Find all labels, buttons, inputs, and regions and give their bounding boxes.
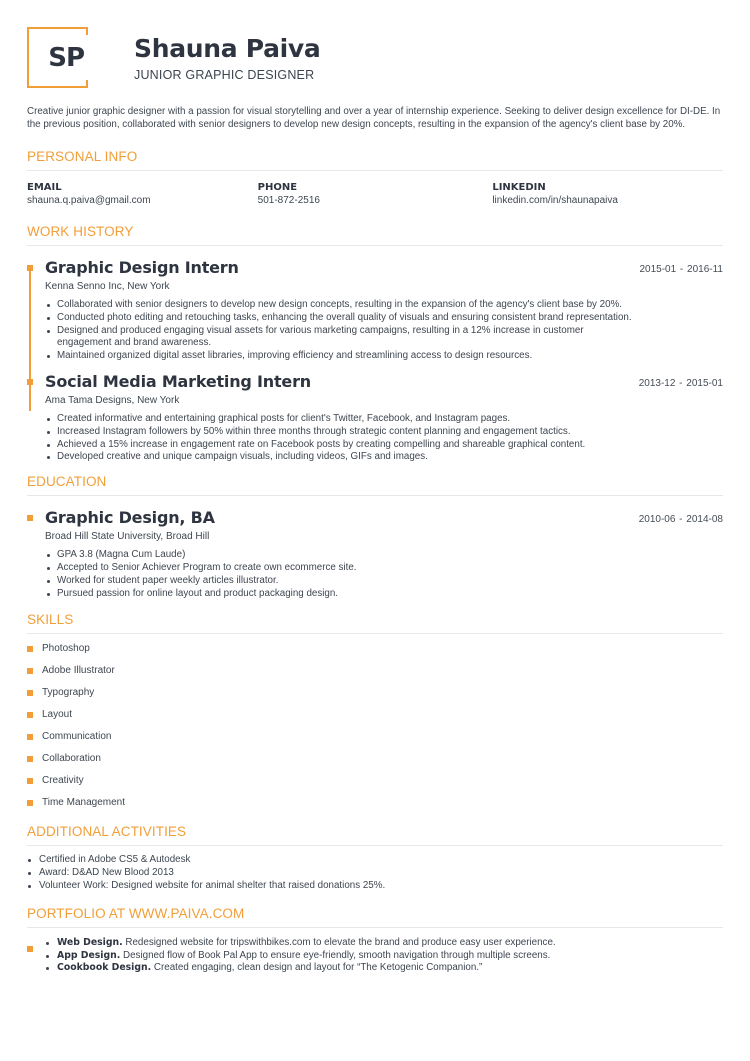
skill-item: Typography [27,686,723,708]
skill-label: Typography [42,687,95,699]
section-title-work-history: WORK HISTORY [27,224,723,246]
bullet-item: Conducted photo editing and retouching t… [45,312,635,325]
square-bullet-icon [27,690,33,697]
info-label: PHONE [257,182,298,193]
bullet-item: Worked for student paper weekly articles… [45,575,635,588]
portfolio-item-heading: App Design. [57,949,121,961]
candidate-name: Shauna Paiva [134,34,321,63]
portfolio-item-text: Redesigned website for tripswithbikes.co… [122,936,556,948]
activity-item: Certified in Adobe CS5 & Autodesk [27,854,723,867]
bullet-item: Accepted to Senior Achiever Program to c… [45,562,635,575]
square-bullet-icon [27,800,33,807]
entry-bullets: GPA 3.8 (Magna Cum Laude) Accepted to Se… [45,549,635,600]
timeline-marker-icon [27,515,33,522]
timeline-marker-icon [27,378,33,385]
monogram-initials: SP [48,42,85,73]
education-timeline: Graphic Design, BA 2010-06 - 2014-08 Bro… [27,507,723,600]
entry-org: Kenna Senno Inc, New York [45,281,170,292]
square-bullet-icon [27,756,33,763]
skill-item: Time Management [27,796,723,818]
skill-item: Creativity [27,774,723,796]
skill-label: Layout [42,709,73,721]
section-title-portfolio: PORTFOLIO AT WWW.PAIVA.COM [27,906,723,928]
skill-item: Photoshop [27,642,723,664]
bullet-item: Developed creative and unique campaign v… [45,451,635,464]
activities-list: Certified in Adobe CS5 & Autodesk Award:… [27,854,723,892]
skill-label: Collaboration [42,753,101,765]
entry-date: 2010-06 - 2014-08 [638,514,723,526]
section-title-skills: SKILLS [27,612,723,635]
portfolio-item: Web Design. Redesigned website for trips… [45,937,723,950]
personal-info-row: EMAIL shauna.q.paiva@gmail.com PHONE 501… [27,182,723,206]
section-title-additional-activities: ADDITIONAL ACTIVITIES [27,824,723,847]
skill-label: Photoshop [42,643,90,655]
education-entry: Graphic Design, BA 2010-06 - 2014-08 Bro… [27,507,723,600]
entry-org: Broad Hill State University, Broad Hill [45,531,210,543]
entry-title: Social Media Marketing Intern [45,371,311,391]
bullet-item: GPA 3.8 (Magna Cum Laude) [45,549,635,562]
square-bullet-icon [27,712,33,719]
skill-item: Collaboration [27,752,723,774]
activity-item: Volunteer Work: Designed website for ani… [27,880,723,893]
email-value[interactable]: shauna.q.paiva@gmail.com [27,195,258,206]
portfolio-item-text: Designed flow of Book Pal App to ensure … [120,949,551,961]
portfolio-block: Web Design. Redesigned website for trips… [27,937,723,975]
bullet-item: Achieved a 15% increase in engagement ra… [45,439,635,452]
portfolio-list: Web Design. Redesigned website for trips… [45,937,723,975]
info-label: EMAIL [27,182,62,193]
work-entry: Social Media Marketing Intern 2013-12 - … [27,371,723,464]
square-bullet-icon [27,945,33,952]
bullet-item: Designed and produced engaging visual as… [45,325,635,351]
entry-title: Graphic Design Intern [45,258,239,277]
portfolio-item-text: Created engaging, clean design and layou… [151,962,483,974]
phone-value[interactable]: 501-872-2516 [258,195,493,206]
bullet-item: Increased Instagram followers by 50% wit… [45,426,635,439]
entry-date: 2015-01 - 2016-11 [639,264,723,275]
square-bullet-icon [27,646,33,653]
resume-header: SP Shauna Paiva JUNIOR GRAPHIC DESIGNER [27,27,723,89]
skill-item: Communication [27,730,723,752]
square-bullet-icon [27,668,33,675]
skill-label: Time Management [42,797,125,809]
entry-date: 2013-12 - 2015-01 [638,377,723,389]
skill-label: Creativity [42,775,84,787]
skill-label: Adobe Illustrator [42,665,115,677]
info-phone: PHONE 501-872-2516 [258,182,493,206]
info-linkedin: LINKEDIN linkedin.com/in/shaunapaiva [492,182,723,206]
activity-item: Award: D&AD New Blood 2013 [27,867,723,880]
skill-item: Adobe Illustrator [27,664,723,686]
portfolio-item-heading: Cookbook Design. [57,962,152,974]
info-email: EMAIL shauna.q.paiva@gmail.com [27,182,258,206]
skills-list: Photoshop Adobe Illustrator Typography L… [27,642,723,818]
entry-bullets: Created informative and entertaining gra… [45,413,635,464]
portfolio-item: Cookbook Design. Created engaging, clean… [45,962,723,975]
portfolio-item: App Design. Designed flow of Book Pal Ap… [45,950,723,963]
bullet-item: Collaborated with senior designers to de… [45,299,635,312]
summary-paragraph: Creative junior graphic designer with a … [27,106,721,130]
bullet-item: Maintained organized digital asset libra… [45,350,635,363]
section-title-personal-info: PERSONAL INFO [27,149,723,171]
bullet-item: Pursued passion for online layout and pr… [45,588,635,601]
square-bullet-icon [27,778,33,785]
work-entry: Graphic Design Intern 2015-01 - 2016-11 … [27,257,723,363]
info-label: LINKEDIN [492,182,546,193]
square-bullet-icon [27,734,33,741]
linkedin-value[interactable]: linkedin.com/in/shaunapaiva [492,195,723,206]
work-timeline: Graphic Design Intern 2015-01 - 2016-11 … [27,257,723,464]
candidate-title: JUNIOR GRAPHIC DESIGNER [134,68,315,82]
bullet-item: Created informative and entertaining gra… [45,413,635,426]
timeline-marker-icon [27,265,33,271]
entry-bullets: Collaborated with senior designers to de… [45,299,635,363]
section-title-education: EDUCATION [27,474,723,497]
resume-page: SP Shauna Paiva JUNIOR GRAPHIC DESIGNER … [27,27,723,975]
skill-item: Layout [27,708,723,730]
entry-title: Graphic Design, BA [45,508,215,528]
monogram-box: SP [27,27,88,88]
portfolio-item-heading: Web Design. [57,936,123,948]
skill-label: Communication [42,731,112,743]
entry-org: Ama Tama Designs, New York [45,394,180,406]
